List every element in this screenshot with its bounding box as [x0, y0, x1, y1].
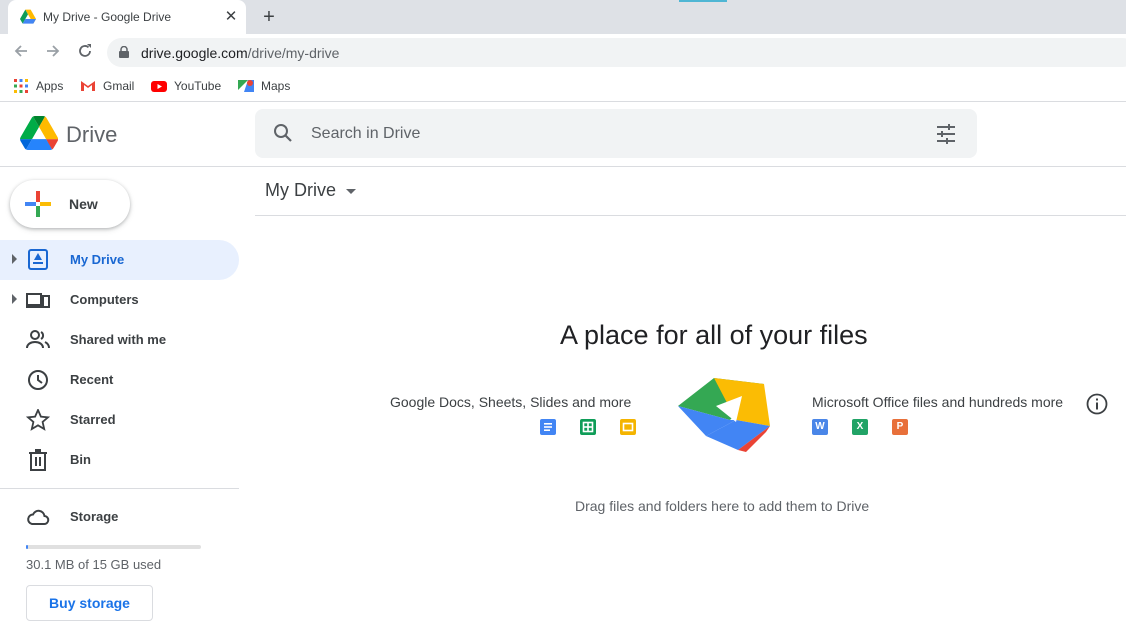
sheets-icon: [580, 419, 596, 435]
tab-strip-accent: [679, 0, 727, 2]
sidebar-divider: [0, 488, 239, 489]
search-options-icon[interactable]: [935, 123, 957, 145]
word-icon: W: [812, 419, 828, 435]
bookmark-maps[interactable]: Maps: [238, 77, 290, 95]
shared-people-icon: [26, 330, 50, 349]
info-icon[interactable]: [1086, 393, 1108, 415]
drive-illustration-icon: [678, 378, 770, 452]
sidebar-item-my-drive[interactable]: My Drive: [0, 240, 239, 280]
sidebar-item-recent[interactable]: Recent: [0, 360, 239, 400]
sidebar-item-label: Recent: [70, 372, 114, 387]
cloud-icon: [27, 509, 50, 525]
drive-favicon-icon: [20, 9, 36, 24]
main-divider: [255, 215, 1126, 216]
expand-caret-icon[interactable]: [12, 294, 17, 304]
plus-icon: [25, 191, 51, 217]
bookmark-label: Apps: [36, 79, 64, 93]
expand-caret-icon[interactable]: [12, 254, 17, 264]
empty-state-title: A place for all of your files: [560, 320, 868, 350]
powerpoint-icon: P: [892, 419, 908, 435]
sidebar-item-starred[interactable]: Starred: [0, 400, 239, 440]
google-formats-caption: Google Docs, Sheets, Slides and more: [390, 394, 632, 410]
sidebar-item-bin[interactable]: Bin: [0, 440, 239, 480]
bookmark-label: Maps: [261, 79, 291, 93]
office-formats-caption: Microsoft Office files and hundreds more: [812, 394, 1064, 410]
storage-progress-bar: [26, 545, 201, 549]
browser-tab[interactable]: My Drive - Google Drive ✕: [8, 0, 246, 34]
close-tab-icon[interactable]: ✕: [222, 8, 240, 26]
sidebar-item-label: My Drive: [70, 252, 125, 267]
sidebar-item-label: Shared with me: [70, 332, 167, 347]
page-title[interactable]: My Drive: [265, 180, 336, 201]
maps-icon: [238, 80, 254, 92]
browser-tab-bar: My Drive - Google Drive ✕ +: [0, 0, 1126, 34]
excel-icon: X: [852, 419, 868, 435]
dropdown-caret-icon[interactable]: [346, 189, 356, 194]
reload-icon[interactable]: [74, 42, 96, 64]
bookmark-label: YouTube: [174, 79, 222, 93]
search-bar[interactable]: [255, 109, 977, 158]
search-input[interactable]: [311, 123, 871, 145]
forward-arrow-icon[interactable]: [42, 42, 64, 64]
back-arrow-icon[interactable]: [10, 42, 32, 64]
drive-header: Drive: [0, 103, 1126, 167]
docs-icon: [540, 419, 556, 435]
apps-grid-icon: [14, 79, 28, 93]
address-bar[interactable]: drive.google.com/drive/my-drive: [107, 38, 1126, 67]
search-icon[interactable]: [273, 123, 293, 143]
sidebar-item-label: Storage: [70, 509, 119, 524]
bookmark-label: Gmail: [103, 79, 135, 93]
sidebar-item-label: Bin: [70, 452, 91, 467]
star-icon: [26, 409, 50, 431]
bookmark-gmail[interactable]: Gmail: [80, 77, 134, 95]
sidebar-item-label: Computers: [70, 292, 139, 307]
bookmarks-bar: Apps Gmail YouTube Maps: [0, 71, 1126, 102]
gmail-icon: [81, 81, 95, 91]
drag-drop-hint: Drag files and folders here to add them …: [575, 498, 870, 514]
computers-icon: [26, 293, 50, 308]
lock-icon: [119, 46, 129, 58]
my-drive-icon: [28, 249, 48, 270]
storage-used-text: 30.1 MB of 15 GB used: [26, 557, 162, 572]
url-path: /drive/my-drive: [247, 45, 340, 61]
sidebar-item-storage[interactable]: Storage: [0, 497, 239, 537]
new-button[interactable]: New: [10, 180, 130, 228]
url-host: drive.google.com: [141, 45, 248, 61]
browser-toolbar: drive.google.com/drive/my-drive: [0, 34, 1126, 71]
trash-icon: [29, 449, 47, 471]
storage-progress-fill: [26, 545, 29, 549]
bookmark-youtube[interactable]: YouTube: [151, 77, 221, 95]
sidebar-item-shared-with-me[interactable]: Shared with me: [0, 320, 239, 360]
sidebar-item-computers[interactable]: Computers: [0, 280, 239, 320]
bookmark-apps[interactable]: Apps: [13, 77, 63, 95]
url-text: drive.google.com/drive/my-drive: [141, 45, 339, 61]
slides-icon: [620, 419, 636, 435]
app-name[interactable]: Drive: [66, 122, 117, 148]
new-button-label: New: [69, 196, 98, 212]
new-tab-button[interactable]: +: [258, 6, 280, 28]
buy-storage-button[interactable]: Buy storage: [26, 585, 153, 621]
sidebar-item-label: Starred: [70, 412, 116, 427]
tab-title: My Drive - Google Drive: [43, 10, 172, 24]
drive-logo-icon[interactable]: [20, 116, 58, 150]
clock-icon: [28, 370, 48, 390]
youtube-icon: [151, 81, 167, 92]
